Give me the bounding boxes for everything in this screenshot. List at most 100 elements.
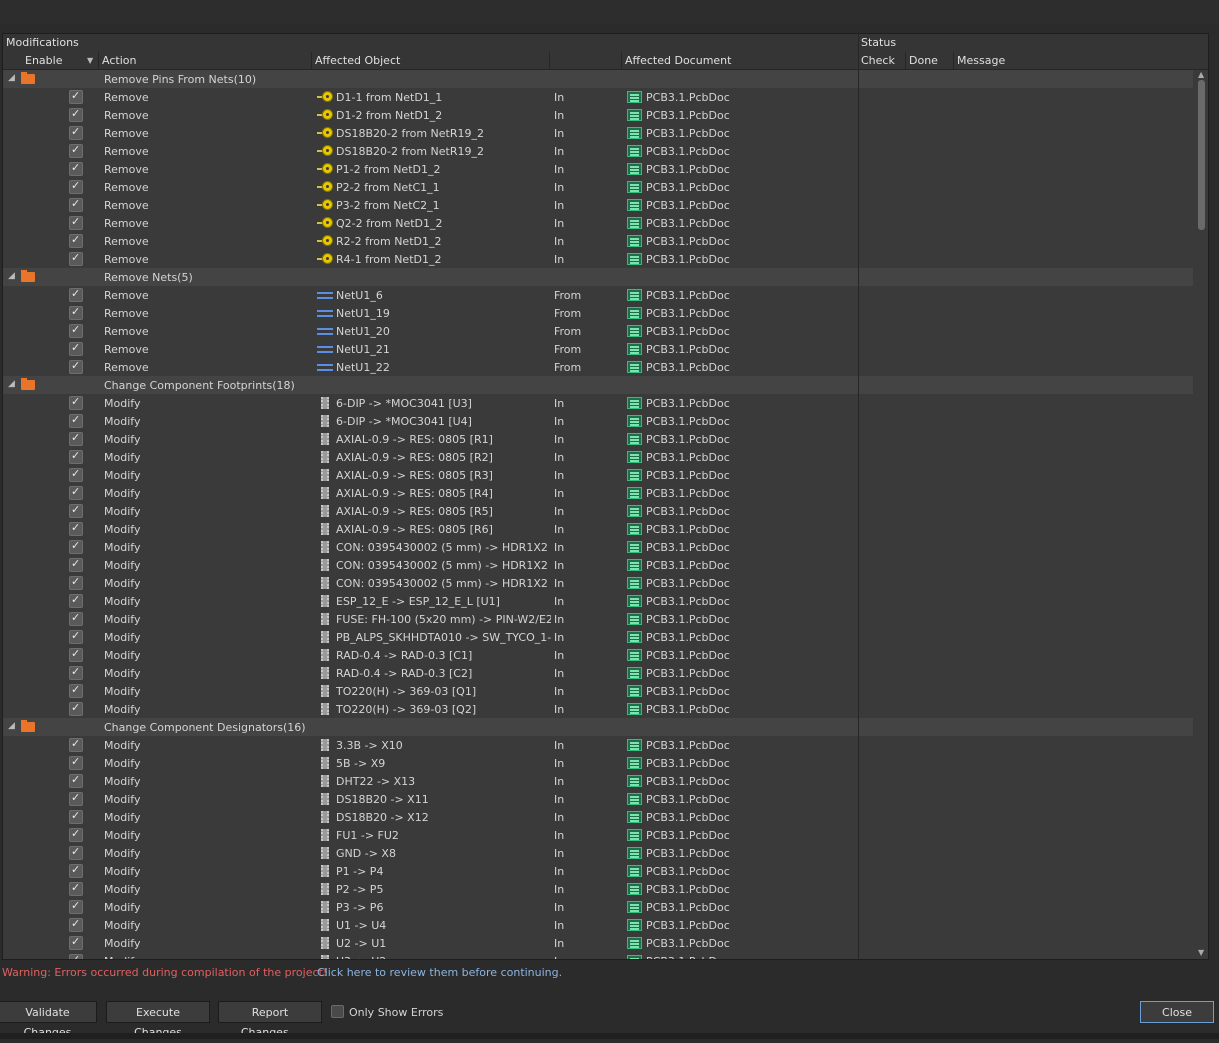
enable-checkbox[interactable]: [69, 575, 83, 590]
enable-checkbox[interactable]: [69, 737, 83, 752]
table-row[interactable]: Modify DS18B20 -> X11 In PCB3.1.PcbDoc: [3, 790, 1193, 808]
table-row[interactable]: Modify TO220(H) -> 369-03 [Q2] In PCB3.1.Pc…: [3, 700, 1193, 718]
scroll-up-arrow-icon[interactable]: ▲: [1198, 70, 1204, 79]
enable-checkbox[interactable]: [69, 143, 83, 158]
table-row[interactable]: Modify AXIAL-0.9 -> RES: 0805 [R4] In PCB3.…: [3, 484, 1193, 502]
table-row[interactable]: Modify P1 -> P4 In PCB3.1.PcbDoc: [3, 862, 1193, 880]
table-row[interactable]: Remove P1-2 from NetD1_2 In PCB3.1.PcbDoc: [3, 160, 1193, 178]
enable-checkbox[interactable]: [69, 755, 83, 770]
table-row[interactable]: Modify FUSE: FH-100 (5x20 mm) -> PIN-W2/E…: [3, 610, 1193, 628]
group-row[interactable]: ◢ Remove Pins From Nets(10): [3, 70, 1193, 88]
table-row[interactable]: Remove NetU1_22 From PCB3.1.PcbDoc: [3, 358, 1193, 376]
enable-checkbox[interactable]: [69, 341, 83, 356]
table-row[interactable]: Modify P2 -> P5 In PCB3.1.PcbDoc: [3, 880, 1193, 898]
table-row[interactable]: Modify PB_ALPS_SKHHDTA010 -> SW_TYCO_1-18…: [3, 628, 1193, 646]
table-row[interactable]: Modify U1 -> U4 In PCB3.1.PcbDoc: [3, 916, 1193, 934]
table-row[interactable]: Modify P3 -> P6 In PCB3.1.PcbDoc: [3, 898, 1193, 916]
enable-checkbox[interactable]: [69, 683, 83, 698]
column-done[interactable]: Done: [909, 54, 938, 67]
enable-checkbox[interactable]: [69, 701, 83, 716]
enable-checkbox[interactable]: [69, 917, 83, 932]
sort-arrow-icon[interactable]: ▼: [87, 56, 93, 65]
enable-checkbox[interactable]: [69, 881, 83, 896]
table-row[interactable]: Remove D1-2 from NetD1_2 In PCB3.1.PcbDoc: [3, 106, 1193, 124]
enable-checkbox[interactable]: [69, 485, 83, 500]
table-row[interactable]: Remove NetU1_6 From PCB3.1.PcbDoc: [3, 286, 1193, 304]
table-row[interactable]: Modify U2 -> U1 In PCB3.1.PcbDoc: [3, 934, 1193, 952]
table-row[interactable]: Modify 6-DIP -> *MOC3041 [U4] In PCB3.1.Pcb…: [3, 412, 1193, 430]
enable-checkbox[interactable]: [69, 431, 83, 446]
enable-checkbox[interactable]: [69, 179, 83, 194]
table-row[interactable]: Remove R2-2 from NetD1_2 In PCB3.1.PcbDoc: [3, 232, 1193, 250]
enable-checkbox[interactable]: [69, 665, 83, 680]
execute-changes-button[interactable]: Execute Changes: [106, 1001, 210, 1039]
enable-checkbox[interactable]: [69, 611, 83, 626]
review-errors-link[interactable]: Click here to review them before continu…: [317, 966, 562, 979]
table-row[interactable]: Modify GND -> X8 In PCB3.1.PcbDoc: [3, 844, 1193, 862]
column-check[interactable]: Check: [861, 54, 895, 67]
enable-checkbox[interactable]: [69, 197, 83, 212]
table-row[interactable]: Modify 5B -> X9 In PCB3.1.PcbDoc: [3, 754, 1193, 772]
table-row[interactable]: Modify RAD-0.4 -> RAD-0.3 [C1] In PCB3.1.Pc…: [3, 646, 1193, 664]
enable-checkbox[interactable]: [69, 125, 83, 140]
enable-checkbox[interactable]: [69, 359, 83, 374]
enable-checkbox[interactable]: [69, 593, 83, 608]
table-row[interactable]: Modify DHT22 -> X13 In PCB3.1.PcbDoc: [3, 772, 1193, 790]
report-changes-button[interactable]: Report Changes...: [218, 1001, 322, 1039]
table-row[interactable]: Modify FU1 -> FU2 In PCB3.1.PcbDoc: [3, 826, 1193, 844]
table-row[interactable]: Modify AXIAL-0.9 -> RES: 0805 [R1] In PCB3.…: [3, 430, 1193, 448]
enable-checkbox[interactable]: [69, 467, 83, 482]
enable-checkbox[interactable]: [69, 215, 83, 230]
table-row[interactable]: Modify AXIAL-0.9 -> RES: 0805 [R5] In PCB3.…: [3, 502, 1193, 520]
expand-collapse-icon[interactable]: ◢: [8, 721, 15, 731]
expand-collapse-icon[interactable]: ◢: [8, 379, 15, 389]
table-row[interactable]: Remove P3-2 from NetC2_1 In PCB3.1.PcbDoc: [3, 196, 1193, 214]
table-row[interactable]: Remove Q2-2 from NetD1_2 In PCB3.1.PcbDoc: [3, 214, 1193, 232]
enable-checkbox[interactable]: [69, 413, 83, 428]
enable-checkbox[interactable]: [69, 863, 83, 878]
enable-checkbox[interactable]: [69, 521, 83, 536]
table-row[interactable]: Remove NetU1_21 From PCB3.1.PcbDoc: [3, 340, 1193, 358]
table-row[interactable]: Modify 3.3B -> X10 In PCB3.1.PcbDoc: [3, 736, 1193, 754]
enable-checkbox[interactable]: [69, 809, 83, 824]
expand-collapse-icon[interactable]: ◢: [8, 271, 15, 281]
enable-checkbox[interactable]: [69, 647, 83, 662]
enable-checkbox[interactable]: [69, 305, 83, 320]
enable-checkbox[interactable]: [69, 773, 83, 788]
enable-checkbox[interactable]: [69, 629, 83, 644]
enable-checkbox[interactable]: [69, 503, 83, 518]
table-row[interactable]: Modify DS18B20 -> X12 In PCB3.1.PcbDoc: [3, 808, 1193, 826]
table-row[interactable]: Remove P2-2 from NetC1_1 In PCB3.1.PcbDoc: [3, 178, 1193, 196]
only-show-errors-checkbox[interactable]: [331, 1005, 344, 1018]
table-row[interactable]: Modify AXIAL-0.9 -> RES: 0805 [R3] In PCB3.…: [3, 466, 1193, 484]
table-row[interactable]: Modify RAD-0.4 -> RAD-0.3 [C2] In PCB3.1.Pc…: [3, 664, 1193, 682]
enable-checkbox[interactable]: [69, 287, 83, 302]
enable-checkbox[interactable]: [69, 449, 83, 464]
table-row[interactable]: Remove NetU1_19 From PCB3.1.PcbDoc: [3, 304, 1193, 322]
column-affected-object[interactable]: Affected Object: [315, 54, 400, 67]
enable-checkbox[interactable]: [69, 161, 83, 176]
enable-checkbox[interactable]: [69, 233, 83, 248]
enable-checkbox[interactable]: [69, 107, 83, 122]
enable-checkbox[interactable]: [69, 89, 83, 104]
scroll-down-arrow-icon[interactable]: ▼: [1198, 948, 1204, 957]
column-message[interactable]: Message: [957, 54, 1005, 67]
expand-collapse-icon[interactable]: ◢: [8, 73, 15, 83]
enable-checkbox[interactable]: [69, 935, 83, 950]
enable-checkbox[interactable]: [69, 845, 83, 860]
table-row[interactable]: Modify CON: 0395430002 (5 mm) -> HDR1X2 […: [3, 556, 1193, 574]
table-row[interactable]: Modify ESP_12_E -> ESP_12_E_L [U1] In PCB3.…: [3, 592, 1193, 610]
group-row[interactable]: ◢ Remove Nets(5): [3, 268, 1193, 286]
enable-checkbox[interactable]: [69, 899, 83, 914]
table-row[interactable]: Modify AXIAL-0.9 -> RES: 0805 [R6] In PCB3.…: [3, 520, 1193, 538]
close-button[interactable]: Close: [1140, 1001, 1214, 1023]
table-row[interactable]: Modify TO220(H) -> 369-03 [Q1] In PCB3.1.Pc…: [3, 682, 1193, 700]
enable-checkbox[interactable]: [69, 395, 83, 410]
enable-checkbox[interactable]: [69, 251, 83, 266]
table-row[interactable]: Modify CON: 0395430002 (5 mm) -> HDR1X2 […: [3, 538, 1193, 556]
enable-checkbox[interactable]: [69, 953, 83, 959]
table-row[interactable]: Remove NetU1_20 From PCB3.1.PcbDoc: [3, 322, 1193, 340]
enable-checkbox[interactable]: [69, 539, 83, 554]
scrollbar-thumb[interactable]: [1198, 80, 1205, 230]
table-row[interactable]: Modify 6-DIP -> *MOC3041 [U3] In PCB3.1.Pcb…: [3, 394, 1193, 412]
